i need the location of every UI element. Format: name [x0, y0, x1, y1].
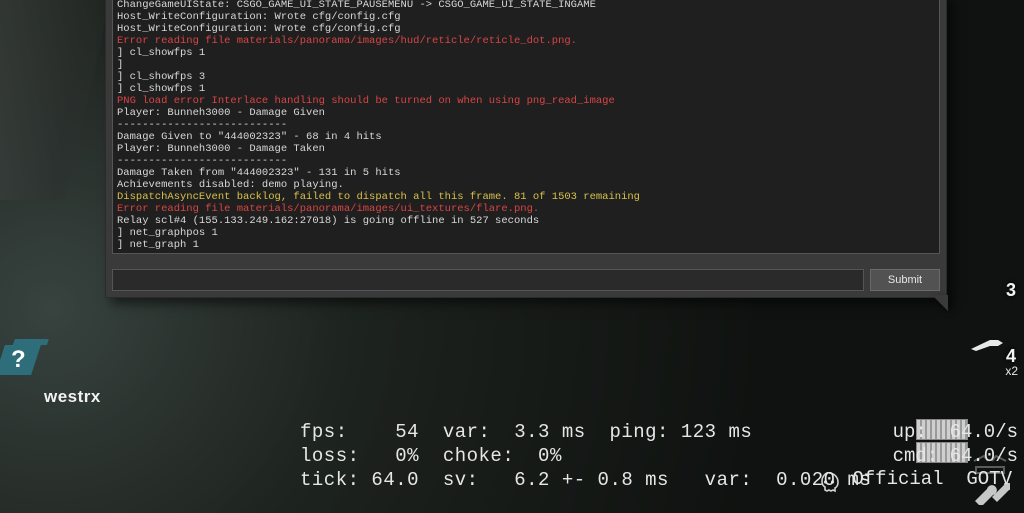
defuser-icon [972, 453, 1008, 475]
netgraph-left: fps: 54 var: 3.3 ms ping: 123 ms loss: 0… [300, 420, 871, 492]
developer-console: ChangeGameUIState: CSGO_GAME_UI_STATE_IN… [105, 0, 947, 298]
console-submit-button[interactable]: Submit [870, 269, 940, 291]
netgraph-up-row: up: 64.0/s [893, 420, 1018, 444]
console-line: ] cl_showfps 1 [117, 47, 935, 59]
console-line: ChangeGameUIState: CSGO_GAME_UI_STATE_PA… [117, 0, 935, 11]
spectator-avatar-glyph: ? [11, 346, 26, 374]
console-line: DispatchAsyncEvent backlog, failed to di… [117, 191, 935, 203]
netgraph-loss-row: loss: 0% choke: 0% [300, 444, 871, 468]
console-line: --------------------------- [117, 155, 935, 167]
console-line: ] [117, 59, 935, 71]
console-input[interactable] [112, 269, 864, 291]
console-line: Achievements disabled: demo playing. [117, 179, 935, 191]
console-line: --------------------------- [117, 119, 935, 131]
console-line: ] net_graph 1 [117, 239, 935, 251]
knife-icon [970, 336, 1004, 352]
console-line: Error reading file materials/panorama/im… [117, 203, 935, 215]
console-line: Player: Bunneh3000 - Damage Taken [117, 143, 935, 155]
weapon-slot-3-number: 3 [1006, 280, 1016, 301]
console-line: Damage Given to "444002323" - 68 in 4 hi… [117, 131, 935, 143]
console-line: Relay scl#4 (155.133.249.162:27018) is g… [117, 215, 935, 227]
netgraph-tick-row: tick: 64.0 sv: 6.2 +- 0.8 ms var: 0.020 … [300, 468, 871, 492]
skull-icon [818, 472, 840, 494]
console-line: Player: Bunneh3000 - Damage Given [117, 107, 935, 119]
console-line: ] net_graphpos 1 [117, 227, 935, 239]
console-line: Damage Taken from "444002323" - 131 in 5… [117, 167, 935, 179]
console-tail-decoration [932, 295, 948, 311]
console-line: ] cl_showfps 3 [117, 71, 935, 83]
console-line: ] cl_showfps 1 [117, 83, 935, 95]
console-line: Host_WriteConfiguration: Wrote cfg/confi… [117, 11, 935, 23]
grenade-count: x2 [1005, 364, 1018, 378]
wrench-icon [972, 483, 1010, 505]
console-line: Error reading file materials/panorama/im… [117, 35, 935, 47]
console-input-row: Submit [112, 269, 940, 291]
netgraph-fps-row: fps: 54 var: 3.3 ms ping: 123 ms [300, 420, 871, 444]
console-output: ChangeGameUIState: CSGO_GAME_UI_STATE_IN… [112, 0, 940, 254]
console-line: Host_WriteConfiguration: Wrote cfg/confi… [117, 23, 935, 35]
console-line: PNG load error Interlace handling should… [117, 95, 935, 107]
spectator-name: westrx [44, 387, 101, 407]
